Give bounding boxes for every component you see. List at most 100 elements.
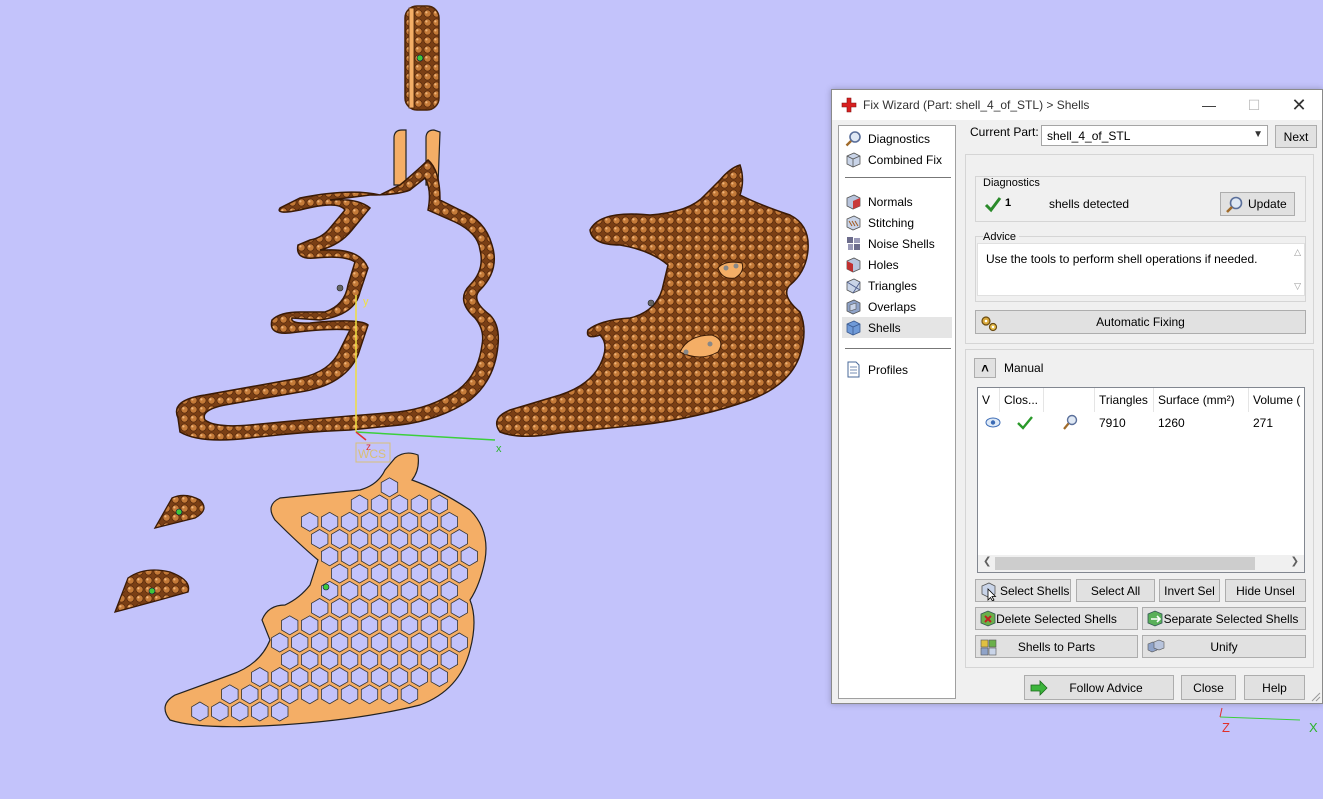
follow-advice-label: Follow Advice bbox=[1069, 680, 1143, 695]
horizontal-scrollbar[interactable]: ❮ ❯ bbox=[978, 555, 1304, 572]
separate-shell-icon bbox=[1147, 610, 1163, 627]
scroll-right-icon[interactable]: ❯ bbox=[1291, 556, 1299, 567]
manual-title: Manual bbox=[1004, 361, 1044, 375]
select-all-button[interactable]: Select All bbox=[1076, 579, 1155, 602]
normals-icon bbox=[846, 194, 861, 210]
nav-item-overlaps[interactable]: Overlaps bbox=[842, 296, 952, 317]
column-header[interactable]: Volume ( bbox=[1249, 388, 1304, 412]
hide-unselected-button[interactable]: Hide Unsel bbox=[1225, 579, 1306, 602]
invert-selection-button[interactable]: Invert Sel bbox=[1159, 579, 1220, 602]
corner-axis-z-label: Z bbox=[1222, 720, 1230, 735]
select-shells-button[interactable]: Select Shells bbox=[975, 579, 1071, 602]
fix-wizard-dialog: Fix Wizard (Part: shell_4_of_STL) > Shel… bbox=[831, 89, 1323, 704]
nav-item-profiles[interactable]: Profiles bbox=[842, 359, 952, 380]
title-bar[interactable]: Fix Wizard (Part: shell_4_of_STL) > Shel… bbox=[832, 90, 1322, 120]
nav-separator bbox=[845, 348, 951, 349]
shells-to-parts-button[interactable]: Shells to Parts bbox=[975, 635, 1138, 658]
delete-selected-shells-button[interactable]: Delete Selected Shells bbox=[975, 607, 1138, 630]
separate-selected-shells-button[interactable]: Separate Selected Shells bbox=[1142, 607, 1306, 630]
next-button[interactable]: Next bbox=[1275, 125, 1317, 148]
shells-icon bbox=[846, 320, 861, 336]
dialog-title: Fix Wizard (Part: shell_4_of_STL) > Shel… bbox=[863, 98, 1090, 112]
current-part-value: shell_4_of_STL bbox=[1047, 129, 1131, 143]
help-button[interactable]: Help bbox=[1244, 675, 1305, 700]
column-header[interactable]: Triangles bbox=[1095, 388, 1154, 412]
advice-box: Use the tools to perform shell operation… bbox=[977, 243, 1305, 296]
magnifier-icon bbox=[845, 131, 861, 147]
column-header[interactable]: Clos... bbox=[1000, 388, 1044, 412]
nav-label: Noise Shells bbox=[868, 236, 935, 251]
shells-to-parts-label: Shells to Parts bbox=[1017, 639, 1096, 654]
shells-to-parts-icon bbox=[980, 639, 997, 656]
scrollbar-thumb[interactable] bbox=[995, 557, 1255, 570]
resize-grip-icon[interactable] bbox=[1311, 692, 1321, 702]
axis-y-label: y bbox=[363, 296, 369, 308]
update-button[interactable]: Update bbox=[1220, 192, 1295, 216]
beaded-filled-shell bbox=[495, 164, 809, 437]
nav-label: Overlaps bbox=[868, 299, 917, 314]
overlaps-icon bbox=[846, 299, 861, 315]
nav-item-triangles[interactable]: Triangles bbox=[842, 275, 952, 296]
advice-text: Use the tools to perform shell operation… bbox=[986, 252, 1258, 266]
nav-label: Stitching bbox=[868, 215, 915, 230]
beaded-outline-shell bbox=[175, 158, 500, 441]
nav-item-shells[interactable]: Shells bbox=[842, 317, 952, 338]
follow-advice-button[interactable]: Follow Advice bbox=[1024, 675, 1174, 700]
double-chevron-up-icon: ˄ bbox=[981, 360, 989, 376]
checkmark-icon bbox=[984, 197, 1002, 213]
automatic-fixing-label: Automatic Fixing bbox=[1096, 315, 1185, 329]
nav-item-diagnostics[interactable]: Diagnostics bbox=[842, 128, 952, 149]
nav-item-holes[interactable]: Holes bbox=[842, 254, 952, 275]
magnifier-icon[interactable] bbox=[1062, 414, 1078, 431]
shells-detected-text: shells detected bbox=[1049, 197, 1130, 211]
separate-selected-shells-label: Separate Selected Shells bbox=[1163, 611, 1299, 626]
nav-item-stitching[interactable]: Stitching bbox=[842, 212, 952, 233]
noise-shells-icon bbox=[847, 237, 860, 250]
checkmark-icon bbox=[1017, 416, 1033, 430]
unify-button[interactable]: Unify bbox=[1142, 635, 1306, 658]
column-header[interactable] bbox=[1044, 388, 1095, 412]
maximize-button[interactable]: ☐ bbox=[1231, 90, 1277, 120]
diagnostics-title: Diagnostics bbox=[983, 177, 1040, 189]
nav-item-combined-fix[interactable]: Combined Fix bbox=[842, 149, 952, 170]
shells-table[interactable]: V Clos... Triangles Surface (mm²) Volume… bbox=[977, 387, 1305, 573]
scroll-left-icon[interactable]: ❮ bbox=[983, 556, 991, 567]
nav-label: Combined Fix bbox=[868, 152, 943, 167]
column-header[interactable]: Surface (mm²) bbox=[1154, 388, 1249, 412]
column-header[interactable]: V bbox=[978, 388, 1000, 412]
triangles-icon bbox=[846, 278, 861, 294]
document-icon bbox=[847, 361, 860, 378]
delete-shell-icon bbox=[980, 610, 996, 627]
select-cursor-icon bbox=[981, 582, 997, 601]
axis-x-label: x bbox=[496, 443, 502, 455]
nav-label: Shells bbox=[868, 320, 901, 335]
close-window-button[interactable]: ✕ bbox=[1276, 90, 1322, 120]
magnifier-icon bbox=[1226, 196, 1243, 213]
current-part-label: Current Part: bbox=[970, 125, 1039, 139]
nav-separator bbox=[845, 177, 951, 178]
corner-axes bbox=[1219, 707, 1301, 721]
small-fragment-shells bbox=[113, 494, 205, 613]
update-label: Update bbox=[1248, 197, 1287, 211]
unify-label: Unify bbox=[1210, 639, 1238, 654]
collapse-manual-button[interactable]: ˄ bbox=[974, 358, 996, 378]
scroll-up-icon[interactable]: △ bbox=[1294, 247, 1301, 258]
nav-label: Normals bbox=[868, 194, 913, 209]
corner-axis-x-label: X bbox=[1309, 720, 1318, 735]
volume-cell: 271 bbox=[1253, 416, 1274, 430]
automatic-fixing-button[interactable]: Automatic Fixing bbox=[975, 310, 1306, 334]
select-shells-label: Select Shells bbox=[1000, 583, 1070, 598]
stitching-icon bbox=[846, 215, 861, 231]
fix-nav-panel: Diagnostics Combined Fix Normals Stitchi… bbox=[838, 125, 956, 699]
nav-item-noise-shells[interactable]: Noise Shells bbox=[842, 233, 952, 254]
nav-item-normals[interactable]: Normals bbox=[842, 191, 952, 212]
triangles-cell: 7910 bbox=[1099, 416, 1126, 430]
eye-icon[interactable] bbox=[985, 417, 1001, 428]
scroll-down-icon[interactable]: ▽ bbox=[1294, 281, 1301, 292]
minimize-button[interactable]: — bbox=[1186, 90, 1232, 120]
current-part-select[interactable]: shell_4_of_STL ▼ bbox=[1041, 125, 1268, 146]
close-button[interactable]: Close bbox=[1181, 675, 1236, 700]
unify-icon bbox=[1147, 639, 1165, 653]
bail-ring-shell bbox=[404, 5, 440, 111]
red-cross-icon bbox=[841, 97, 857, 113]
